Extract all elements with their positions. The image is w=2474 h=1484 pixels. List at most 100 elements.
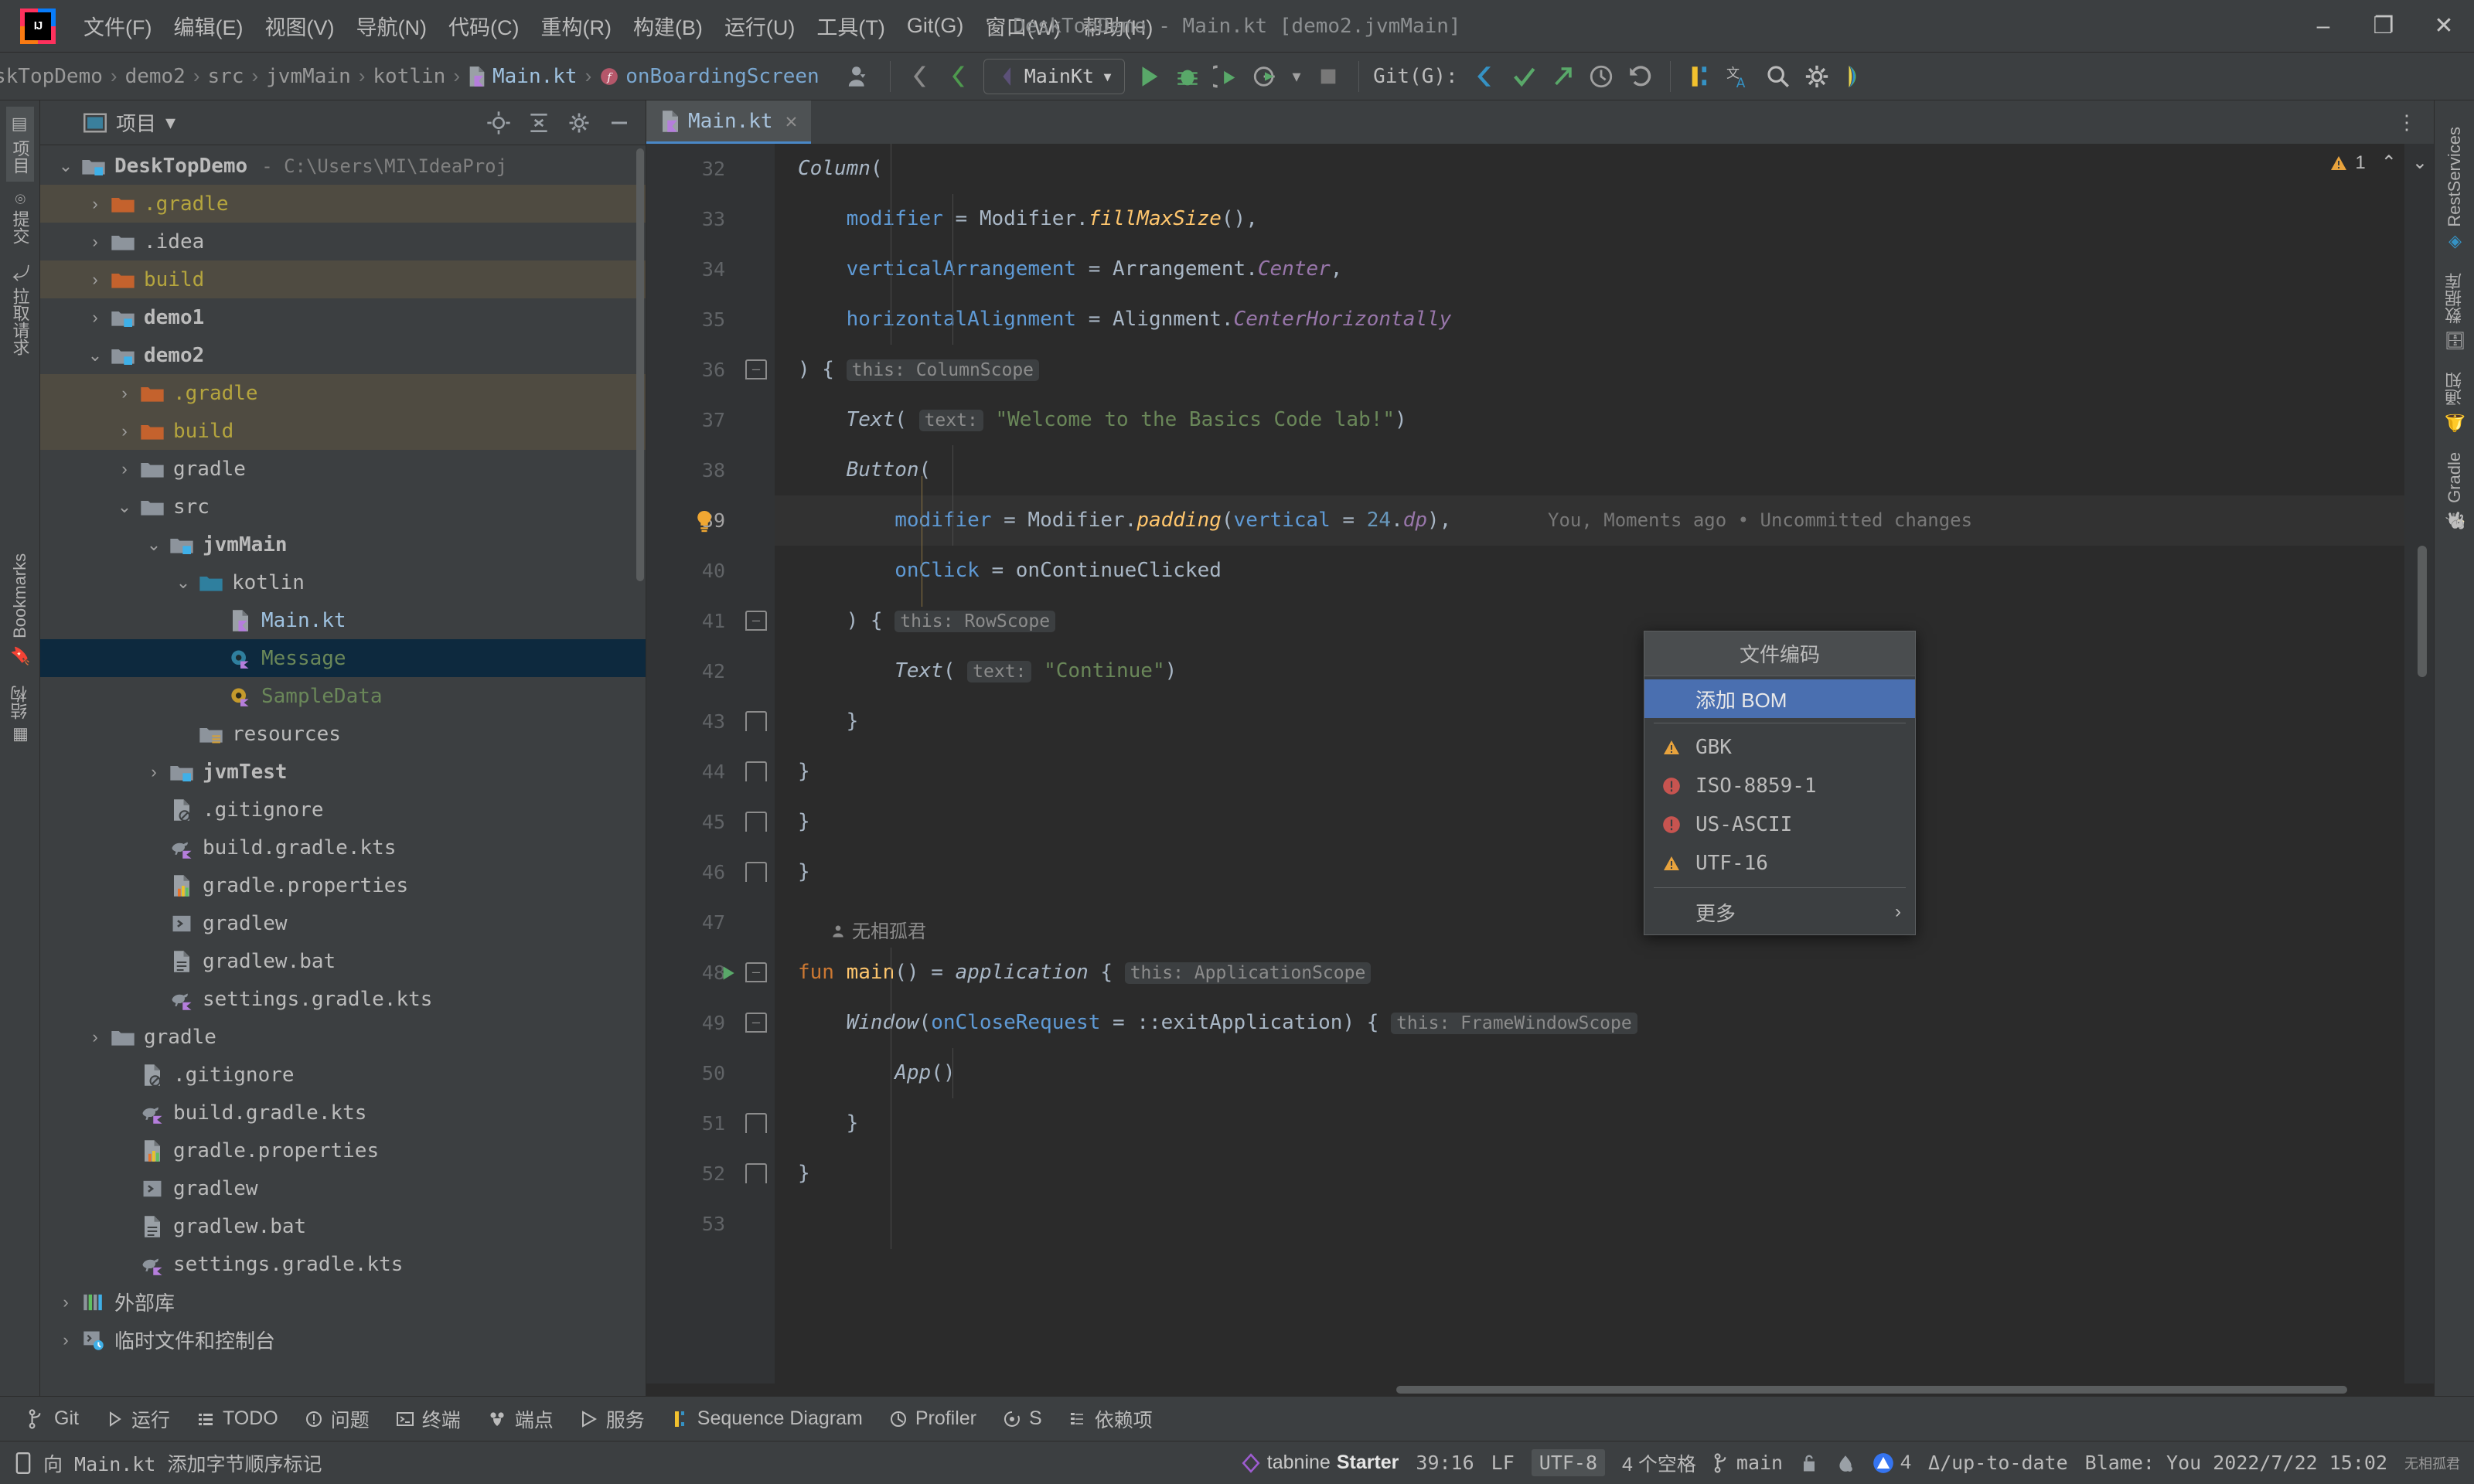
profile-dropdown-icon[interactable]: ▾	[1286, 60, 1307, 94]
run-configuration-selector[interactable]: MainKt ▾	[983, 58, 1126, 94]
tab-main-kt[interactable]: Main.kt ✕	[646, 100, 812, 144]
tree-node[interactable]: › build	[40, 412, 646, 450]
editor-options-kebab-icon[interactable]: ⋮	[2380, 100, 2434, 144]
tree-node[interactable]: ⌄ jvmMain	[40, 526, 646, 563]
tree-node[interactable]: › .gradle	[40, 374, 646, 412]
gutter-line-number[interactable]: 50	[646, 1048, 739, 1098]
gear-icon[interactable]	[1800, 60, 1834, 94]
code-fold-marker[interactable]	[745, 1113, 767, 1133]
project-tree[interactable]: ⌄ DeskTopDemo - C:\Users\MI\IdeaProj › .grad…	[40, 145, 646, 1396]
editor-vertical-scrollbar[interactable]	[2418, 546, 2427, 677]
chevron-right-icon[interactable]: ›	[82, 232, 108, 252]
maximize-button[interactable]: ❐	[2353, 1, 2414, 52]
tree-node[interactable]: › .gradle	[40, 185, 646, 223]
gutter-line-number[interactable]: 41	[646, 596, 739, 646]
tree-node[interactable]: build.gradle.kts	[40, 1094, 646, 1132]
tree-node[interactable]: settings.gradle.kts	[40, 1245, 646, 1283]
chevron-right-icon[interactable]: ›	[82, 270, 108, 290]
sidebar-item-project[interactable]: ▤ 项目	[5, 107, 34, 182]
gutter-line-number[interactable]: 46	[646, 847, 739, 897]
gutter-line-number[interactable]: 44	[646, 747, 739, 797]
code-line[interactable]	[775, 1199, 2404, 1249]
code-line[interactable]: Text( text: "Welcome to the Basics Code …	[775, 395, 2404, 445]
file-encoding-widget[interactable]: UTF-8	[1531, 1449, 1606, 1476]
menu-help[interactable]: 帮助(H)	[1072, 6, 1164, 46]
chevron-right-icon[interactable]: ›	[82, 194, 108, 214]
tree-node[interactable]: SampleData	[40, 677, 646, 715]
tree-node[interactable]: › 临时文件和控制台	[40, 1321, 646, 1359]
chevron-right-icon[interactable]: ›	[82, 1027, 108, 1047]
code-line[interactable]: Text( text: "Continue")	[775, 646, 2404, 696]
gutter-line-number[interactable]: 35	[646, 294, 739, 345]
chevron-right-icon[interactable]: ›	[141, 762, 167, 782]
gutter-line-number[interactable]: 52	[646, 1149, 739, 1199]
code-area[interactable]: Column( modifier = Modifier.fillMaxSize(…	[775, 144, 2404, 1384]
menu-file[interactable]: 文件(F)	[73, 6, 162, 46]
chevron-down-icon[interactable]: ▾	[165, 111, 175, 134]
profile-button[interactable]	[1248, 60, 1282, 94]
locate-file-icon[interactable]	[483, 107, 514, 138]
tree-node[interactable]: build.gradle.kts	[40, 829, 646, 866]
toolwin-problems[interactable]: 问题	[294, 1401, 380, 1438]
breadcrumb-item[interactable]: Main.kt	[463, 63, 582, 90]
toolwin-sequence-diagram[interactable]: Sequence Diagram	[660, 1403, 874, 1435]
sidebar-item-notifications[interactable]: 🔔 通知	[2441, 364, 2469, 441]
code-line[interactable]: }	[775, 847, 2404, 897]
sidebar-item-database[interactable]: 🗄 数据库	[2441, 265, 2469, 359]
tree-node[interactable]: ⌄ kotlin	[40, 563, 646, 601]
code-line[interactable]: horizontalAlignment = Alignment.CenterHo…	[775, 294, 2404, 345]
gutter-line-number[interactable]: 43	[646, 696, 739, 747]
gutter-line-number[interactable]: 34	[646, 244, 739, 294]
chevron-right-icon[interactable]: ›	[111, 383, 138, 403]
code-line[interactable]: verticalArrangement = Arrangement.Center…	[775, 244, 2404, 294]
tree-node[interactable]: ⌄ demo2	[40, 336, 646, 374]
toolwin-todo[interactable]: TODO	[186, 1403, 289, 1435]
tree-node[interactable]: › gradle	[40, 450, 646, 488]
sequence-diagram-icon[interactable]	[1684, 60, 1718, 94]
chevron-right-icon[interactable]: ›	[111, 459, 138, 479]
run-with-coverage-button[interactable]	[1209, 60, 1243, 94]
search-icon[interactable]	[1761, 60, 1795, 94]
tree-node[interactable]: resources	[40, 715, 646, 753]
code-line[interactable]: }	[775, 1149, 2404, 1199]
code-fold-marker[interactable]	[745, 1163, 767, 1183]
code-line[interactable]: modifier = Modifier.fillMaxSize(),	[775, 194, 2404, 244]
gutter-line-number[interactable]: 51	[646, 1098, 739, 1149]
git-push-icon[interactable]	[1545, 60, 1579, 94]
back-arrow-icon[interactable]	[904, 60, 938, 94]
power-save-icon[interactable]	[1835, 1452, 1855, 1474]
breadcrumb-item[interactable]: f onBoardingScreen	[595, 63, 823, 90]
toolwin-git[interactable]: Git	[15, 1403, 90, 1435]
code-folding-column[interactable]: – – – –	[739, 144, 775, 1384]
toolwin-dependencies[interactable]: 依赖项	[1058, 1401, 1164, 1438]
collapse-all-icon[interactable]	[523, 107, 554, 138]
git-update-project-icon[interactable]	[1468, 60, 1502, 94]
tree-node[interactable]: .gitignore	[40, 791, 646, 829]
code-fold-marker[interactable]: –	[745, 1013, 767, 1033]
hide-panel-icon[interactable]	[604, 107, 635, 138]
toolwin-endpoints[interactable]: 端点	[476, 1401, 564, 1438]
gutter-line-number[interactable]: 32	[646, 144, 739, 194]
gutter-line-number[interactable]: 53	[646, 1199, 739, 1249]
blame-widget[interactable]: Blame: You 2022/7/22 15:02	[2085, 1452, 2387, 1474]
gutter-line-number[interactable]: 42	[646, 646, 739, 696]
git-rollback-icon[interactable]	[1623, 60, 1657, 94]
tree-node[interactable]: › demo1	[40, 298, 646, 336]
toolwin-run[interactable]: 运行	[94, 1401, 181, 1438]
tree-node[interactable]: gradlew	[40, 1169, 646, 1207]
chevron-down-icon[interactable]: ⌄	[111, 497, 138, 517]
gutter-line-number[interactable]: 40	[646, 546, 739, 596]
menu-tools[interactable]: 工具(T)	[806, 6, 895, 46]
user-avatar-icon[interactable]	[843, 60, 877, 94]
sidebar-item-commit[interactable]: ⌾ 提交	[6, 186, 34, 252]
popup-menu-item[interactable]: UTF-16	[1644, 844, 1915, 883]
code-fold-marker[interactable]: –	[745, 359, 767, 380]
code-line[interactable]: }	[775, 696, 2404, 747]
popup-menu-item[interactable]: GBK	[1644, 728, 1915, 767]
gutter-line-number[interactable]: 38	[646, 445, 739, 495]
code-line[interactable]: fun main() = application { this: Applica…	[775, 948, 2404, 998]
tree-node[interactable]: › build	[40, 260, 646, 298]
tree-node[interactable]: settings.gradle.kts	[40, 980, 646, 1018]
tree-node[interactable]: gradle.properties	[40, 866, 646, 904]
code-line[interactable]	[775, 897, 2404, 948]
